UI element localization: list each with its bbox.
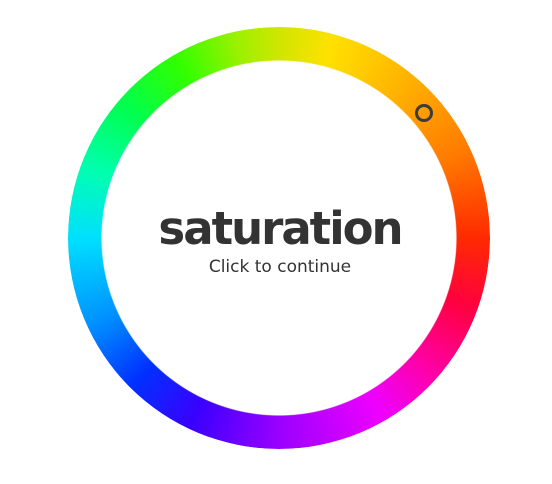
wheel-center[interactable]: saturation Click to continue bbox=[110, 196, 450, 278]
color-picker-stage[interactable]: saturation Click to continue bbox=[0, 0, 552, 484]
mode-title: saturation bbox=[158, 202, 403, 255]
hue-picker-handle[interactable] bbox=[415, 104, 433, 122]
